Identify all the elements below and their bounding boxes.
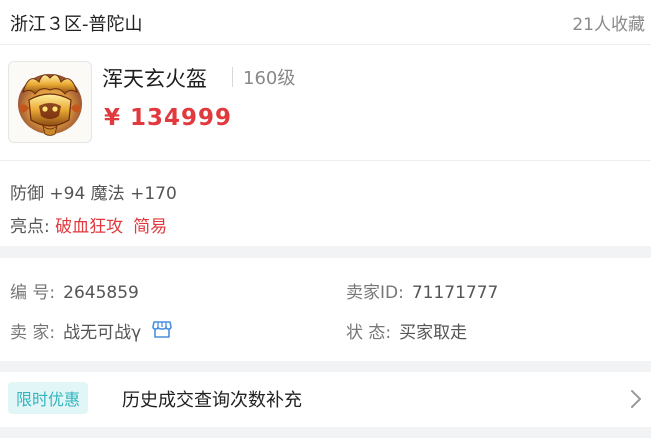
item-price: ¥ 134999 [104, 105, 233, 131]
status-label: 状 态: [346, 323, 392, 343]
item-card: 浙江３区-普陀山 21人收藏 浑天玄火盔 160级 ¥ 134999 防御 +9… [0, 0, 651, 246]
item-number: 编 号: 2645859 [10, 278, 139, 303]
highlight-item: 破血狂攻 [55, 217, 124, 237]
seller: 卖 家: 战无可战γ [10, 318, 173, 345]
shop-icon[interactable] [151, 318, 173, 345]
golden-helmet-icon [18, 74, 82, 136]
promo-tag: 限时优惠 [8, 382, 89, 414]
favorite-count[interactable]: 21人收藏 [572, 10, 645, 35]
seller-name[interactable]: 战无可战γ [63, 323, 141, 343]
highlight-item: 简易 [133, 217, 168, 237]
seller-id: 卖家ID: 71171777 [346, 278, 498, 303]
item-name: 浑天玄火盔 [102, 67, 207, 91]
name-level-divider [232, 67, 233, 87]
item-number-label: 编 号: [10, 283, 56, 303]
seller-id-value: 71171777 [411, 283, 499, 303]
status-value: 买家取走 [399, 323, 468, 343]
server-name: 浙江３区-普陀山 [10, 14, 143, 35]
item-level: 160级 [243, 68, 296, 89]
highlight-label: 亮点: [10, 217, 50, 237]
item-image[interactable] [8, 61, 92, 143]
item-stats: 防御 +94 魔法 +170 [10, 184, 177, 204]
seller-label: 卖 家: [10, 323, 56, 343]
header-row: 浙江３区-普陀山 21人收藏 [0, 0, 651, 45]
item-summary[interactable]: 浑天玄火盔 160级 ¥ 134999 [0, 45, 651, 161]
promo-text[interactable]: 历史成交查询次数补充 [122, 386, 302, 412]
item-highlights: 亮点: 破血狂攻 简易 [10, 212, 167, 237]
trade-info-card: 编 号: 2645859 卖家ID: 71171777 卖 家: 战无可战γ 状 态:… [0, 258, 651, 361]
promo-row[interactable]: 限时优惠 历史成交查询次数补充 [0, 372, 651, 427]
trade-detail-page: 浙江３区-普陀山 21人收藏 浑天玄火盔 160级 ¥ 134999 防御 +9… [0, 0, 651, 438]
trade-status: 状 态: 买家取走 [346, 318, 467, 343]
chevron-right-icon[interactable] [629, 388, 643, 414]
item-number-value: 2645859 [63, 283, 139, 303]
seller-id-label: 卖家ID: [346, 283, 404, 303]
